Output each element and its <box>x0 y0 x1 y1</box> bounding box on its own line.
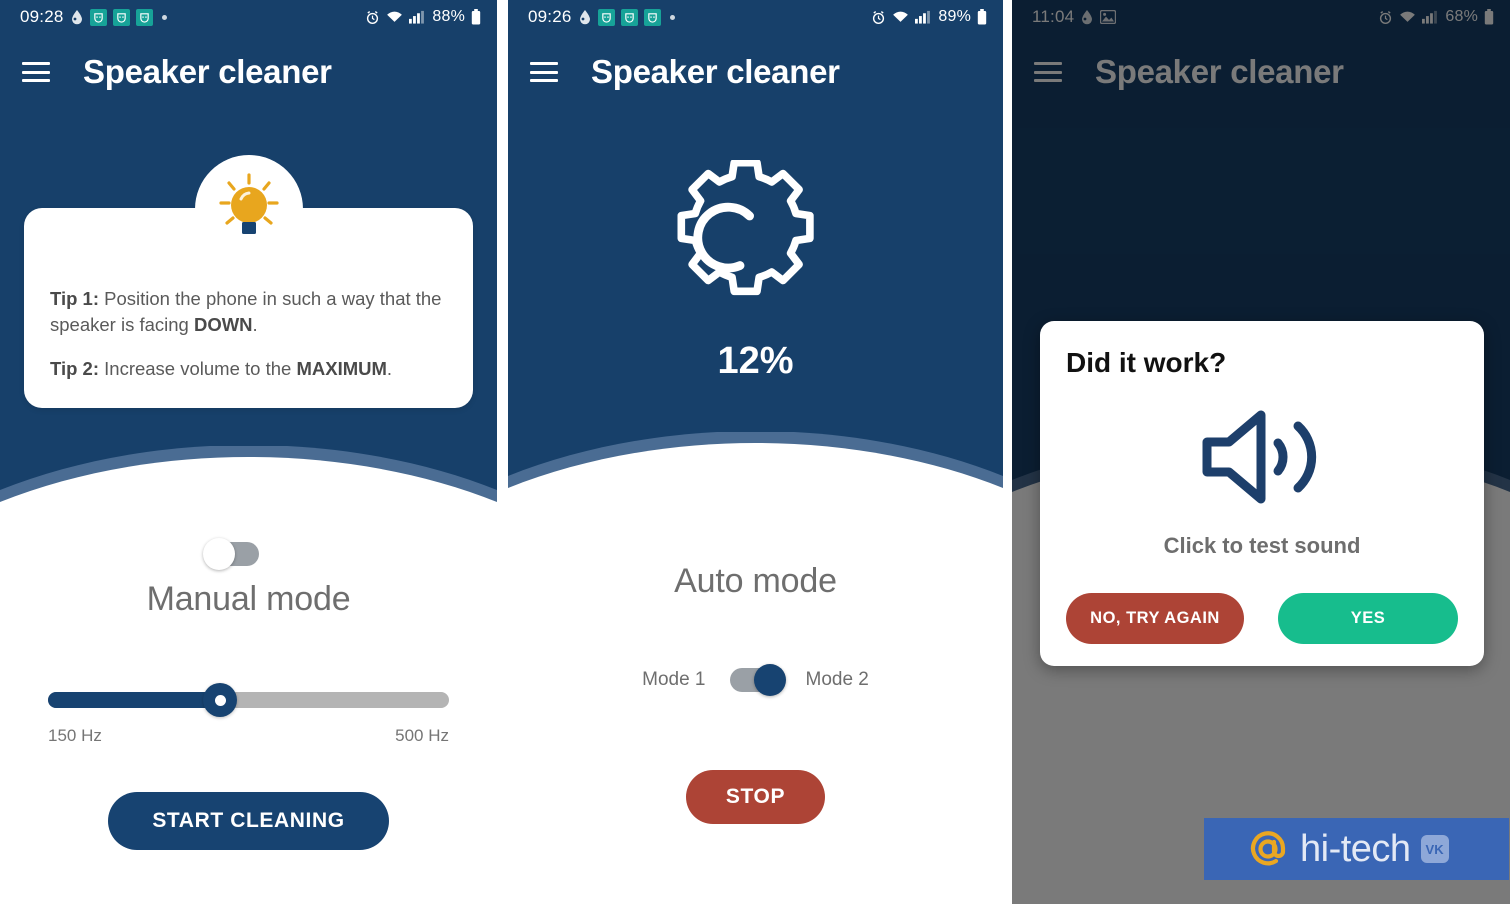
at-sign-icon <box>1250 831 1286 866</box>
wifi-icon <box>892 10 909 24</box>
status-time: 09:26 <box>528 7 572 26</box>
alarm-icon <box>871 10 886 25</box>
gear-progress-indicator <box>508 160 1003 320</box>
lightbulb-icon <box>194 155 303 263</box>
shield-badge-icon <box>112 8 130 26</box>
dialog-subtitle: Click to test sound <box>1163 533 1361 558</box>
battery-percent: 89% <box>938 8 971 25</box>
start-cleaning-row: START CLEANING <box>0 792 497 850</box>
auto-mode-section: Auto mode Mode 1 Mode 2 STOP <box>508 540 1003 904</box>
phone-screen-manual-mode: 09:28 88% Speaker cleaner Tip 1: Positio… <box>0 0 497 904</box>
slider-thumb[interactable] <box>203 683 238 717</box>
slider-track[interactable] <box>48 683 449 717</box>
tip-1-label: Tip 1: <box>50 288 99 309</box>
watermark: hi-tech VK <box>1204 818 1509 880</box>
panel-divider <box>497 0 508 904</box>
tip-2-text-b: . <box>386 357 393 379</box>
status-bar-right: 89% <box>871 8 987 26</box>
speaker-volume-icon <box>1202 410 1317 504</box>
battery-icon <box>977 9 987 25</box>
slider-fill <box>48 692 221 708</box>
phone-screen-auto-mode: 09:26 89% Speaker cleaner 12% Auto mode … <box>508 0 1003 904</box>
mode-toggle-switch[interactable] <box>729 664 786 696</box>
status-bar-right: 88% <box>365 8 481 26</box>
manual-mode-section: Manual mode 150 Hz 500 Hz START CLEANING <box>0 554 497 904</box>
shield-badge-icon <box>643 8 661 26</box>
tip-2-text-a: Increase volume to the <box>99 357 297 379</box>
dialog-actions: NO, TRY AGAIN YES <box>1066 593 1458 644</box>
tip-1-strong: DOWN <box>193 314 253 336</box>
tip-2: Tip 2: Increase volume to the MAXIMUM. <box>50 356 447 382</box>
toggle-label-ear-speaker: Ear speaker <box>280 543 381 564</box>
menu-icon[interactable] <box>22 62 50 82</box>
tip-2-strong: MAXIMUM <box>296 357 387 379</box>
vk-icon: VK <box>1420 835 1449 863</box>
status-bar-left: 09:26 <box>528 7 675 27</box>
notification-dot-icon <box>669 14 675 20</box>
status-time: 09:28 <box>20 7 64 26</box>
shield-badge-icon <box>89 8 107 26</box>
shield-badge-icon <box>135 8 153 26</box>
page-title: Speaker cleaner <box>83 53 332 90</box>
speaker-toggle-switch[interactable] <box>202 538 259 570</box>
tip-2-label: Tip 2: <box>50 357 99 379</box>
hero-section: Tip 1: Position the phone in such a way … <box>0 110 497 570</box>
page-title: Speaker cleaner <box>591 53 840 90</box>
droplet-icon <box>578 9 592 25</box>
droplet-icon <box>70 9 84 25</box>
status-bar-left: 09:28 <box>20 7 167 27</box>
screenshot-root: 09:28 88% Speaker cleaner Tip 1: Positio… <box>0 0 1510 904</box>
section-title: Auto mode <box>674 562 837 600</box>
signal-icon <box>915 10 931 24</box>
hero-bottom-curve <box>0 446 497 556</box>
battery-percent: 88% <box>432 8 465 25</box>
alarm-icon <box>365 10 380 25</box>
battery-icon <box>471 9 481 25</box>
slider-min-label: 150 Hz <box>48 726 102 745</box>
frequency-slider: 150 Hz 500 Hz <box>48 683 449 746</box>
did-it-work-dialog: Did it work? Click to test sound NO, TRY… <box>1040 321 1484 666</box>
slider-max-label: 500 Hz <box>395 726 449 745</box>
lightbulb-badge <box>0 155 497 263</box>
status-bar: 09:28 88% <box>0 0 497 34</box>
phone-screen-did-it-work-dialog: 11:04 68% <box>1012 0 1510 904</box>
status-bar: 09:26 89% <box>508 0 1003 34</box>
gear-icon <box>677 160 814 296</box>
dialog-title: Did it work? <box>1066 347 1227 378</box>
mode-toggle-row: Mode 1 Mode 2 <box>508 664 1003 696</box>
yes-button[interactable]: YES <box>1278 593 1458 644</box>
tip-1: Tip 1: Position the phone in such a way … <box>50 286 447 339</box>
signal-icon <box>409 10 425 24</box>
mode-label-1: Mode 1 <box>642 669 706 690</box>
test-sound-button[interactable] <box>1066 405 1458 509</box>
stop-row: STOP <box>508 770 1003 824</box>
speaker-mode-toggle-row: Speaker Ear speaker <box>0 538 497 570</box>
shield-badge-icon <box>597 8 615 26</box>
toggle-label-speaker: Speaker <box>116 543 185 564</box>
stop-button[interactable]: STOP <box>685 770 826 824</box>
no-try-again-button[interactable]: NO, TRY AGAIN <box>1066 593 1244 644</box>
start-cleaning-button[interactable]: START CLEANING <box>108 792 389 850</box>
wifi-icon <box>386 10 403 24</box>
hero-bottom-curve <box>508 432 1003 542</box>
mode-label-2: Mode 2 <box>805 669 869 690</box>
progress-percent: 12% <box>717 340 794 382</box>
tip-1-text-b: . <box>252 314 258 336</box>
app-bar: Speaker cleaner <box>0 34 497 110</box>
shield-badge-icon <box>620 8 638 26</box>
menu-icon[interactable] <box>530 62 558 82</box>
toggle-knob <box>753 664 786 696</box>
app-bar: Speaker cleaner <box>508 34 1003 110</box>
panel-divider <box>1003 0 1012 904</box>
notification-dot-icon <box>161 14 167 20</box>
watermark-text: hi-tech <box>1300 827 1411 870</box>
hero-section: 12% <box>508 110 1003 542</box>
slider-range-labels: 150 Hz 500 Hz <box>48 726 449 746</box>
toggle-knob <box>202 538 235 570</box>
